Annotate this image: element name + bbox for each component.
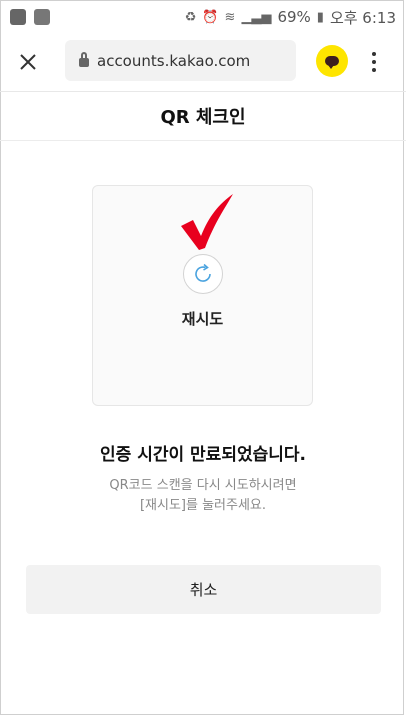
checkmark-icon	[181, 194, 233, 250]
retry-button[interactable]	[183, 254, 223, 294]
browser-toolbar: accounts.kakao.com	[0, 34, 406, 90]
url-bar[interactable]: accounts.kakao.com	[65, 40, 296, 81]
kakao-talk-icon	[325, 56, 339, 69]
recycle-icon: ♻	[184, 9, 197, 25]
retry-label[interactable]: 재시도	[93, 308, 312, 329]
battery-icon: ▮	[316, 9, 324, 25]
divider	[0, 140, 406, 141]
close-icon	[20, 54, 36, 70]
url-text: accounts.kakao.com	[97, 51, 251, 70]
more-menu-button[interactable]	[362, 44, 386, 80]
notification-app-icon	[10, 9, 26, 25]
signal-icon: ▁▃▅	[241, 9, 272, 25]
expired-description: QR코드 스캔을 다시 시도하시려면 [재시도]를 눌러주세요.	[0, 476, 406, 516]
cancel-button[interactable]: 취소	[26, 565, 381, 614]
expired-title: 인증 시간이 만료되었습니다.	[100, 445, 306, 465]
battery-percent: 69%	[277, 8, 311, 26]
kakao-talk-button[interactable]	[316, 45, 348, 77]
expired-desc-line2: [재시도]를 눌러주세요.	[139, 498, 267, 513]
qr-area: 재시도	[92, 185, 313, 406]
clock: 오후 6:13	[329, 8, 396, 27]
lock-icon	[79, 52, 89, 67]
page-title: QR 체크인	[160, 107, 246, 128]
gallery-icon	[34, 9, 50, 25]
alarm-icon: ⏰	[202, 9, 219, 25]
more-vert-icon	[372, 52, 376, 56]
wifi-icon: ≋	[224, 9, 236, 25]
expired-desc-line1: QR코드 스캔을 다시 시도하시려면	[109, 478, 297, 493]
status-bar: ♻ ⏰ ≋ ▁▃▅ 69% ▮ 오후 6:13	[0, 0, 406, 34]
refresh-icon	[195, 263, 211, 282]
close-button[interactable]	[0, 34, 56, 90]
